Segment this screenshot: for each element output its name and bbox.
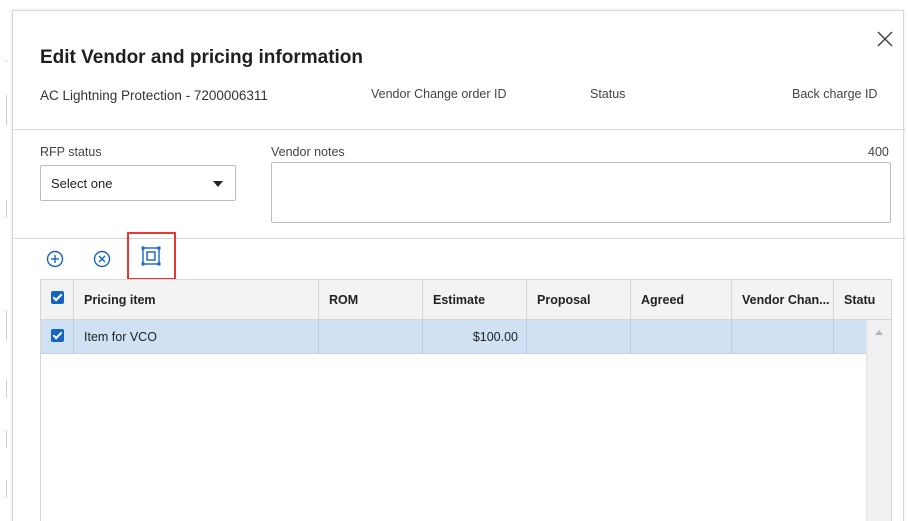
- select-all-icon[interactable]: [140, 245, 162, 267]
- column-header[interactable]: ROM: [319, 280, 423, 320]
- row-checkbox[interactable]: [51, 329, 64, 342]
- vendor-change-cell[interactable]: [732, 320, 834, 354]
- vendor-notes-textarea[interactable]: [271, 162, 891, 223]
- header-select-all: [41, 280, 74, 320]
- column-header[interactable]: Agreed: [631, 280, 732, 320]
- column-header[interactable]: Pricing item: [74, 280, 319, 320]
- pricing-item-cell[interactable]: Item for VCO: [74, 320, 319, 354]
- vendor-subtitle: AC Lightning Protection - 7200006311: [40, 88, 268, 103]
- close-icon[interactable]: [875, 29, 895, 49]
- column-header[interactable]: Statu: [834, 280, 891, 320]
- vco-id-label: Vendor Change order ID: [371, 87, 507, 101]
- rfp-status-value: Select one: [51, 176, 113, 191]
- table-row[interactable]: Item for VCO $100.00: [41, 320, 866, 354]
- pricing-grid: Pricing item ROM Estimate Proposal Agree…: [40, 279, 892, 521]
- scroll-up-icon[interactable]: [875, 330, 883, 335]
- rfp-status-label: RFP status: [40, 145, 102, 159]
- status-label: Status: [590, 87, 626, 101]
- rfp-status-select[interactable]: Select one: [40, 165, 236, 201]
- background-tick: [6, 200, 7, 218]
- background-tick: [6, 480, 7, 498]
- vertical-scrollbar[interactable]: [866, 320, 891, 521]
- background-tick: [6, 95, 7, 125]
- agreed-cell[interactable]: [631, 320, 732, 354]
- background-tick: [6, 380, 7, 398]
- row-select-cell: [41, 320, 74, 354]
- column-header[interactable]: Proposal: [527, 280, 631, 320]
- add-circle-icon[interactable]: [44, 248, 66, 270]
- grid-header: Pricing item ROM Estimate Proposal Agree…: [41, 280, 891, 320]
- estimate-cell[interactable]: $100.00: [423, 320, 527, 354]
- remove-circle-icon[interactable]: [91, 248, 113, 270]
- background-app-strip: [0, 0, 12, 521]
- rom-cell[interactable]: [319, 320, 423, 354]
- backcharge-id-label: Back charge ID: [792, 87, 878, 101]
- edit-vendor-dialog: Edit Vendor and pricing information AC L…: [12, 10, 905, 521]
- select-all-checkbox[interactable]: [51, 291, 64, 304]
- notes-char-limit: 400: [868, 145, 889, 159]
- background-tick: [6, 60, 7, 62]
- background-tick: [6, 310, 7, 340]
- column-header[interactable]: Estimate: [423, 280, 527, 320]
- background-tick: [6, 430, 7, 448]
- dialog-title: Edit Vendor and pricing information: [40, 47, 364, 68]
- header-divider: [13, 129, 905, 130]
- caret-down-icon: [213, 181, 223, 187]
- status-cell[interactable]: [834, 320, 866, 354]
- vendor-notes-label: Vendor notes: [271, 145, 345, 159]
- column-header[interactable]: Vendor Chan...: [732, 280, 834, 320]
- proposal-cell[interactable]: [527, 320, 631, 354]
